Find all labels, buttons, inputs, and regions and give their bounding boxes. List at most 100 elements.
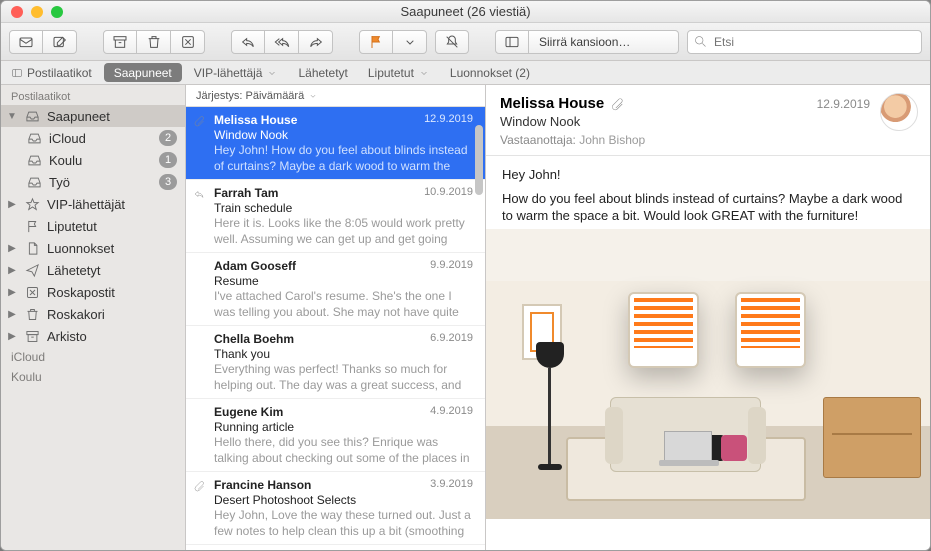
sidebar-item-tyo[interactable]: Työ 3 bbox=[1, 171, 185, 193]
message-subject: Window Nook bbox=[214, 128, 473, 142]
attachment-icon bbox=[193, 480, 205, 495]
paper-plane-icon bbox=[23, 263, 41, 278]
message-row[interactable]: Farrah Tam 10.9.2019Train scheduleHere it… bbox=[186, 180, 485, 253]
fav-vip[interactable]: VIP-lähettäjä bbox=[184, 61, 289, 84]
favorites-bar: Postilaatikot Saapuneet VIP-lähettäjä Lä… bbox=[1, 61, 930, 85]
message-row[interactable]: Francine Hanson 3.9.2019Desert Photoshoot… bbox=[186, 472, 485, 545]
message-preview: Hey John! How do you feel about blinds i… bbox=[214, 143, 473, 173]
scrollbar[interactable] bbox=[475, 125, 483, 542]
flag-icon bbox=[23, 219, 41, 234]
reply-icon bbox=[193, 188, 205, 203]
sidebar-item-trash[interactable]: ▶ Roskakori bbox=[1, 303, 185, 325]
mute-button[interactable] bbox=[435, 30, 469, 54]
disclosure-triangle-icon[interactable]: ▶ bbox=[7, 287, 17, 298]
message-subject: Running article bbox=[214, 420, 473, 434]
sidebar-account-icloud[interactable]: iCloud bbox=[1, 347, 185, 367]
move-to-label: Siirrä kansioon… bbox=[539, 35, 630, 49]
flag-menu-button[interactable] bbox=[393, 30, 427, 54]
sidebar-item-vip[interactable]: ▶ VIP-lähettäjät bbox=[1, 193, 185, 215]
reader-pane: Melissa House 12.9.2019 Window Nook Vast… bbox=[486, 85, 930, 550]
message-row[interactable]: Eugene Kim4.9.2019Running articleHello t… bbox=[186, 399, 485, 472]
trash-icon bbox=[23, 307, 41, 322]
message-list[interactable]: Melissa House12.9.2019Window NookHey Joh… bbox=[186, 107, 485, 550]
junk-icon bbox=[23, 285, 41, 300]
message-from: Francine Hanson bbox=[214, 478, 311, 492]
message-subject: Resume bbox=[214, 274, 473, 288]
sidebar-item-koulu[interactable]: Koulu 1 bbox=[1, 149, 185, 171]
sidebar-item-drafts[interactable]: ▶ Luonnokset bbox=[1, 237, 185, 259]
window-title: Saapuneet (26 viestiä) bbox=[1, 4, 930, 19]
delete-button[interactable] bbox=[137, 30, 171, 54]
scrollbar-thumb[interactable] bbox=[475, 125, 483, 195]
sidebar: Postilaatikot ▼ Saapuneet iCloud 2 Koulu… bbox=[1, 85, 186, 550]
document-icon bbox=[23, 241, 41, 256]
move-to-sidebar-button[interactable] bbox=[495, 30, 529, 54]
sidebar-section-header: Postilaatikot bbox=[1, 87, 185, 105]
sidebar-item-flagged[interactable]: Liputetut bbox=[1, 215, 185, 237]
flag-button[interactable] bbox=[359, 30, 393, 54]
get-mail-button[interactable] bbox=[9, 30, 43, 54]
sidebar-item-inbox[interactable]: ▼ Saapuneet bbox=[1, 105, 185, 127]
message-from: Eugene Kim bbox=[214, 405, 283, 419]
search-field-wrap bbox=[687, 30, 922, 54]
reader-body[interactable]: Hey John! How do you feel about blinds i… bbox=[486, 156, 930, 550]
message-row[interactable]: Anthony Ashcroft2.9.2019AppointmentYour … bbox=[186, 545, 485, 550]
sidebar-item-icloud[interactable]: iCloud 2 bbox=[1, 127, 185, 149]
reader-date: 12.9.2019 bbox=[817, 97, 870, 111]
sidebar-account-koulu[interactable]: Koulu bbox=[1, 367, 185, 387]
inbox-icon bbox=[23, 109, 41, 124]
body-greeting: Hey John! bbox=[502, 166, 914, 184]
junk-button[interactable] bbox=[171, 30, 205, 54]
chevron-down-icon bbox=[418, 67, 430, 79]
reply-button[interactable] bbox=[231, 30, 265, 54]
move-to-button[interactable]: Siirrä kansioon… bbox=[529, 30, 679, 54]
disclosure-triangle-icon[interactable]: ▶ bbox=[7, 309, 17, 320]
list-sort-header[interactable]: Järjestys: Päivämäärä bbox=[186, 85, 485, 107]
message-row[interactable]: Chella Boehm6.9.2019Thank youEverything … bbox=[186, 326, 485, 399]
disclosure-triangle-icon[interactable]: ▼ bbox=[7, 111, 17, 122]
message-preview: Here it is. Looks like the 8:05 would wo… bbox=[214, 216, 473, 246]
message-subject: Desert Photoshoot Selects bbox=[214, 493, 473, 507]
reply-all-button[interactable] bbox=[265, 30, 299, 54]
fav-sent[interactable]: Lähetetyt bbox=[288, 61, 357, 84]
archive-icon bbox=[23, 329, 41, 344]
message-row[interactable]: Melissa House12.9.2019Window NookHey Joh… bbox=[186, 107, 485, 180]
titlebar: Saapuneet (26 viestiä) bbox=[1, 1, 930, 23]
disclosure-triangle-icon[interactable]: ▶ bbox=[7, 331, 17, 342]
disclosure-triangle-icon[interactable]: ▶ bbox=[7, 199, 17, 210]
avatar bbox=[880, 93, 918, 131]
message-date: 6.9.2019 bbox=[430, 332, 473, 346]
body-text: How do you feel about blinds instead of … bbox=[502, 190, 914, 225]
unread-badge: 3 bbox=[159, 174, 177, 190]
inbox-icon bbox=[25, 153, 43, 168]
compose-button[interactable] bbox=[43, 30, 77, 54]
fav-flagged[interactable]: Liputetut bbox=[358, 61, 440, 84]
chevron-down-icon bbox=[266, 67, 278, 79]
attachment-image[interactable] bbox=[486, 229, 930, 519]
sidebar-item-junk[interactable]: ▶ Roskapostit bbox=[1, 281, 185, 303]
to-label: Vastaanottaja: bbox=[500, 133, 576, 147]
reader-header: Melissa House 12.9.2019 Window Nook Vast… bbox=[486, 85, 930, 156]
fav-inbox[interactable]: Saapuneet bbox=[104, 63, 182, 82]
disclosure-triangle-icon[interactable]: ▶ bbox=[7, 265, 17, 276]
message-date: 9.9.2019 bbox=[430, 259, 473, 273]
archive-button[interactable] bbox=[103, 30, 137, 54]
message-subject: Train schedule bbox=[214, 201, 473, 215]
sidebar-item-sent[interactable]: ▶ Lähetetyt bbox=[1, 259, 185, 281]
disclosure-triangle-icon[interactable]: ▶ bbox=[7, 243, 17, 254]
message-date: 3.9.2019 bbox=[430, 478, 473, 492]
message-from: Farrah Tam bbox=[214, 186, 278, 200]
fav-drafts[interactable]: Luonnokset (2) bbox=[440, 61, 540, 84]
sidebar-item-archive[interactable]: ▶ Arkisto bbox=[1, 325, 185, 347]
message-row[interactable]: Adam Gooseff9.9.2019ResumeI've attached … bbox=[186, 253, 485, 326]
message-date: 10.9.2019 bbox=[424, 186, 473, 200]
forward-button[interactable] bbox=[299, 30, 333, 54]
message-list-pane: Järjestys: Päivämäärä Melissa House12.9.… bbox=[186, 85, 486, 550]
fav-mailboxes[interactable]: Postilaatikot bbox=[1, 61, 102, 84]
mail-window: Saapuneet (26 viestiä) bbox=[0, 0, 931, 551]
attachment-icon bbox=[193, 115, 205, 130]
inbox-icon bbox=[25, 131, 43, 146]
search-input[interactable] bbox=[687, 30, 922, 54]
message-preview: Everything was perfect! Thanks so much f… bbox=[214, 362, 473, 392]
unread-badge: 2 bbox=[159, 130, 177, 146]
